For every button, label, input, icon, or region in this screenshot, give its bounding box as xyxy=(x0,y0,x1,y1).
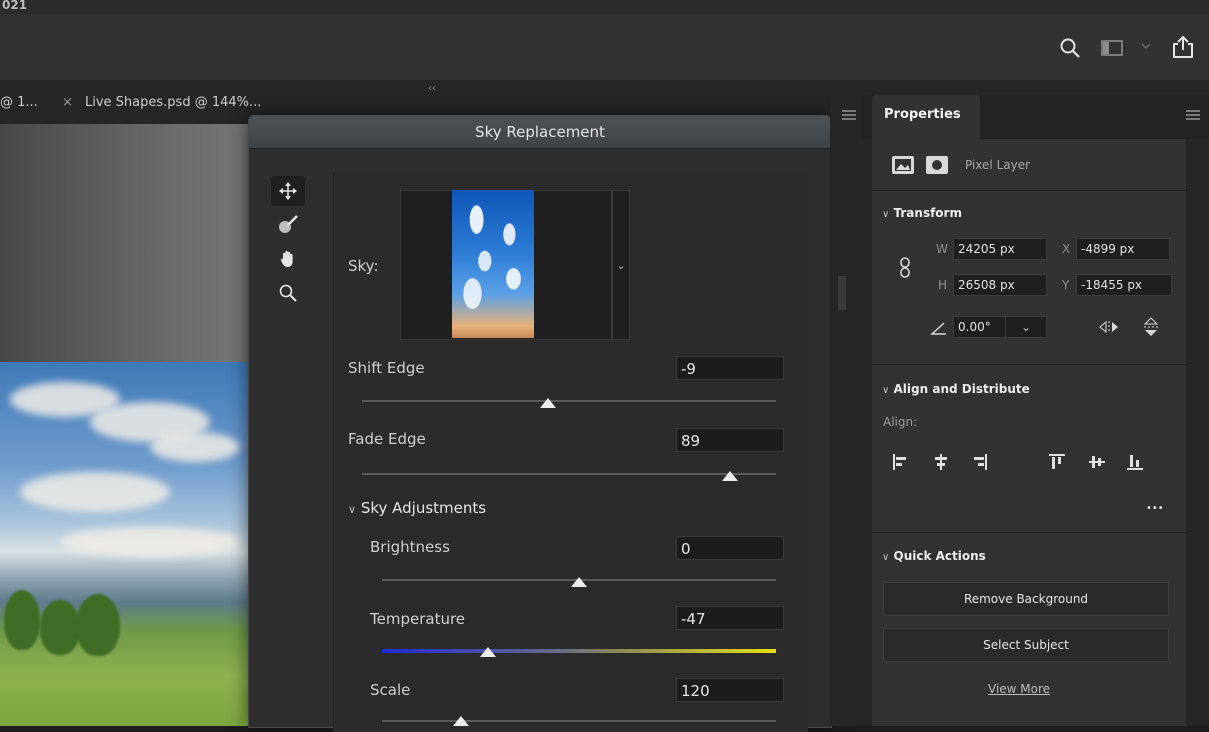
hand-icon[interactable] xyxy=(271,244,305,274)
shift-edge-input[interactable]: -9 xyxy=(676,356,784,380)
workspace-icon[interactable] xyxy=(1100,36,1126,64)
flip-horizontal-icon[interactable] xyxy=(1098,320,1120,338)
app-title: 021 xyxy=(2,0,28,12)
height-input[interactable]: 26508 px xyxy=(953,274,1047,296)
temperature-label: Temperature xyxy=(370,610,466,628)
width-label: W xyxy=(936,242,948,256)
align-right-edges-icon[interactable] xyxy=(970,453,988,475)
temperature-input[interactable]: -47 xyxy=(676,606,784,630)
search-icon[interactable] xyxy=(1058,36,1082,64)
align-label: Align: xyxy=(883,415,918,429)
canvas-background xyxy=(0,124,262,362)
transform-label: Transform xyxy=(893,206,962,220)
divider xyxy=(872,190,1186,191)
close-tab-icon[interactable]: × xyxy=(62,95,73,110)
sky-adjustments-label: Sky Adjustments xyxy=(360,499,487,517)
layer-type-label: Pixel Layer xyxy=(965,158,1031,172)
zoom-icon[interactable] xyxy=(271,278,305,308)
divider xyxy=(872,364,1186,365)
sky-preview-image[interactable] xyxy=(452,190,534,338)
brightness-slider-thumb[interactable] xyxy=(571,577,587,587)
brightness-input[interactable]: 0 xyxy=(676,536,784,560)
temperature-slider-track[interactable] xyxy=(382,649,776,653)
document-tab-previous[interactable]: @ 1... xyxy=(0,95,38,110)
scrollbar-thumb[interactable] xyxy=(838,276,846,310)
flip-vertical-icon[interactable] xyxy=(1143,316,1159,342)
quick-actions-label: Quick Actions xyxy=(893,549,986,563)
brightness-label: Brightness xyxy=(370,538,450,556)
more-options-icon[interactable]: ••• xyxy=(1146,503,1164,514)
scale-slider-track[interactable] xyxy=(382,720,776,722)
options-bar xyxy=(0,14,1209,81)
sky-adjustments-header[interactable]: ∨ Sky Adjustments xyxy=(348,499,486,517)
height-label: H xyxy=(938,278,948,292)
x-label: X xyxy=(1062,242,1071,256)
document-tabs: @ 1... × Live Shapes.psd @ 144%... xyxy=(0,88,261,118)
scale-slider-thumb[interactable] xyxy=(452,716,469,726)
y-label: Y xyxy=(1062,278,1070,292)
align-horizontal-centers-icon[interactable] xyxy=(932,453,950,475)
panel-menu-icon[interactable] xyxy=(842,110,856,112)
y-input[interactable]: -18455 px xyxy=(1076,274,1172,296)
divider xyxy=(872,532,1186,533)
shift-edge-slider-track[interactable] xyxy=(362,400,776,402)
angle-icon xyxy=(930,320,948,340)
chevron-down-icon: ∨ xyxy=(882,385,890,396)
align-vertical-centers-icon[interactable] xyxy=(1088,453,1106,475)
view-more-link[interactable]: View More xyxy=(988,682,1050,696)
fade-edge-label: Fade Edge xyxy=(348,430,426,448)
chevron-down-icon[interactable] xyxy=(1140,40,1152,56)
align-distribute-header[interactable]: ∨ Align and Distribute xyxy=(882,382,1030,396)
transform-header[interactable]: ∨ Transform xyxy=(882,206,962,220)
remove-background-button[interactable]: Remove Background xyxy=(883,582,1169,616)
app-title-bar: 021 xyxy=(0,0,1209,14)
select-subject-button[interactable]: Select Subject xyxy=(883,628,1169,662)
scale-input[interactable]: 120 xyxy=(676,678,784,702)
share-icon[interactable] xyxy=(1170,34,1196,64)
layer-mask-icon[interactable] xyxy=(926,156,948,174)
dialog-tools xyxy=(271,176,305,326)
align-left-edges-icon[interactable] xyxy=(892,453,910,475)
chevron-down-icon: ∨ xyxy=(882,209,890,220)
fade-edge-slider-thumb[interactable] xyxy=(722,471,739,481)
panel-dock-strip xyxy=(830,80,862,726)
align-top-edges-icon[interactable] xyxy=(1048,453,1066,475)
tab-properties[interactable]: Properties xyxy=(872,95,980,139)
shift-edge-slider-thumb[interactable] xyxy=(540,398,557,408)
angle-dropdown-chevron-icon[interactable]: ⌄ xyxy=(1005,316,1047,338)
sky-label: Sky: xyxy=(348,257,379,275)
sky-brush-icon[interactable] xyxy=(271,210,305,240)
temperature-slider-thumb[interactable] xyxy=(480,647,497,657)
chevron-down-icon: ∨ xyxy=(348,503,357,516)
width-input[interactable]: 24205 px xyxy=(953,238,1047,260)
panel-options-icon[interactable] xyxy=(1186,110,1200,112)
align-bottom-edges-icon[interactable] xyxy=(1126,453,1144,475)
fade-edge-slider-track[interactable] xyxy=(362,473,776,475)
chevron-down-icon: ∨ xyxy=(882,552,890,563)
align-distribute-label: Align and Distribute xyxy=(893,382,1030,396)
tab-properties-label: Properties xyxy=(884,107,961,122)
dialog-title[interactable]: Sky Replacement xyxy=(249,116,831,149)
document-tab-live-shapes[interactable]: Live Shapes.psd @ 144%... xyxy=(85,95,261,110)
fade-edge-input[interactable]: 89 xyxy=(676,428,784,452)
angle-input[interactable]: 0.00° xyxy=(953,316,1005,338)
canvas-image xyxy=(0,362,262,726)
x-input[interactable]: -4899 px xyxy=(1076,238,1170,260)
link-icon[interactable] xyxy=(898,256,912,284)
scale-label: Scale xyxy=(370,681,411,699)
shift-edge-label: Shift Edge xyxy=(348,359,425,377)
quick-actions-header[interactable]: ∨ Quick Actions xyxy=(882,549,986,563)
move-sky-icon[interactable] xyxy=(271,176,305,206)
collapse-left-icon[interactable]: ‹‹ xyxy=(428,83,436,94)
pixel-layer-icon[interactable] xyxy=(892,156,914,174)
sky-dropdown-chevron-icon[interactable]: ⌄ xyxy=(612,190,630,340)
